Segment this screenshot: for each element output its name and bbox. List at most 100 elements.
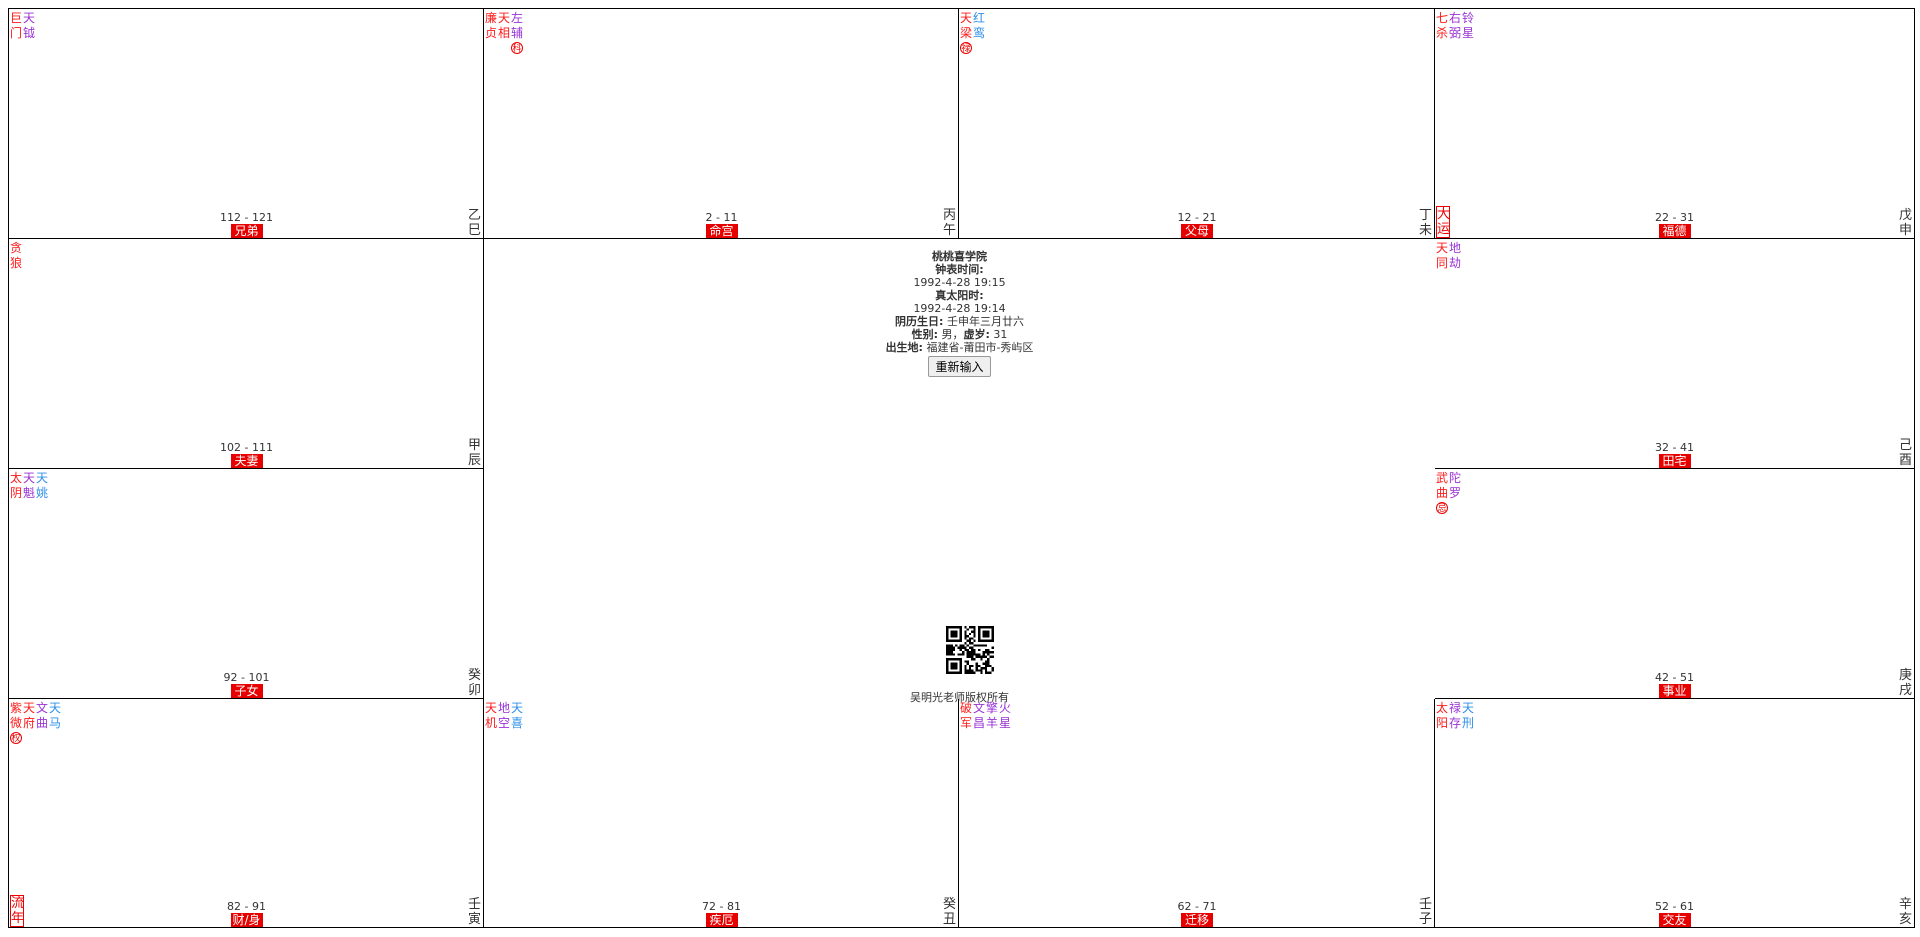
period-marker-char: 运 bbox=[1437, 222, 1451, 237]
qr-module bbox=[950, 651, 953, 654]
star-char: 钺 bbox=[23, 26, 36, 40]
qr-module bbox=[987, 671, 990, 674]
palace-stem-branch: 己酉 bbox=[1899, 438, 1913, 468]
qr-module bbox=[980, 655, 983, 658]
qr-module bbox=[959, 646, 962, 649]
star-name: 陀罗 bbox=[1449, 471, 1462, 514]
star-name: 天钺 bbox=[23, 11, 36, 41]
qr-module bbox=[971, 637, 974, 640]
qr-module bbox=[950, 648, 953, 652]
gender-age-row: 性别: 男，虚岁: 31 bbox=[911, 328, 1008, 341]
age-range: 82 - 91 bbox=[227, 900, 266, 913]
stem-branch-char: 癸 bbox=[468, 668, 482, 683]
palace-name[interactable]: 兄弟 bbox=[230, 224, 263, 238]
star-char: 破 bbox=[960, 701, 973, 715]
qr-module bbox=[971, 669, 974, 672]
star-name: 巨门 bbox=[10, 11, 23, 41]
star-list: 天机地空天喜 bbox=[485, 701, 524, 731]
stem-branch-char: 戊 bbox=[1899, 208, 1913, 223]
star-char: 马 bbox=[49, 716, 62, 730]
qr-module bbox=[964, 671, 967, 674]
birthplace-label: 出生地: bbox=[885, 341, 923, 354]
star-char: 微 bbox=[10, 716, 23, 730]
star-name: 天同 bbox=[1436, 241, 1449, 271]
palace-name[interactable]: 财/身 bbox=[230, 913, 263, 927]
qr-module bbox=[959, 644, 962, 647]
qr-module bbox=[968, 653, 972, 656]
star-char: 天 bbox=[23, 11, 36, 25]
star-char: 天 bbox=[49, 701, 62, 715]
star-list: 天梁禄红鸾 bbox=[960, 11, 986, 54]
star-char: 姚 bbox=[36, 486, 49, 500]
star-char: 机 bbox=[485, 716, 498, 730]
qr-finder-module bbox=[950, 630, 958, 638]
qr-module bbox=[973, 635, 976, 638]
palace-name[interactable]: 事业 bbox=[1658, 684, 1691, 698]
stem-branch-char: 辛 bbox=[1899, 897, 1913, 912]
palace-stem-branch: 戊申 bbox=[1899, 208, 1913, 238]
reenter-button[interactable]: 重新输入 bbox=[928, 356, 991, 377]
qr-module bbox=[966, 669, 969, 672]
star-char: 星 bbox=[999, 716, 1012, 730]
qr-module bbox=[980, 667, 983, 670]
qr-module bbox=[978, 664, 981, 668]
stem-branch-char: 巳 bbox=[468, 223, 482, 238]
star-char: 火 bbox=[999, 701, 1012, 715]
palace-stem-branch: 庚戌 bbox=[1899, 668, 1913, 698]
qr-module bbox=[975, 644, 978, 647]
qr-module bbox=[968, 637, 972, 640]
qr-module bbox=[966, 639, 969, 642]
palace-name[interactable]: 田宅 bbox=[1658, 454, 1691, 468]
qr-module bbox=[959, 653, 962, 656]
stem-branch-char: 甲 bbox=[468, 438, 482, 453]
star-list: 廉贞天相左辅科 bbox=[485, 11, 524, 54]
star-char: 地 bbox=[1449, 241, 1462, 255]
star-char: 擎 bbox=[986, 701, 999, 715]
star-char: 文 bbox=[973, 701, 986, 715]
palace-cell: 太阴天魁天姚 92 - 101 子女 癸卯 bbox=[9, 469, 484, 699]
qr-module bbox=[984, 664, 988, 668]
star-name: 天梁禄 bbox=[960, 11, 973, 54]
star-char: 天 bbox=[498, 11, 511, 25]
palace-name[interactable]: 福德 bbox=[1658, 224, 1691, 238]
qr-module bbox=[984, 644, 988, 647]
qr-module bbox=[987, 658, 990, 661]
period-marker: 流年 bbox=[10, 895, 24, 927]
age-range: 92 - 101 bbox=[223, 671, 270, 684]
qr-module bbox=[964, 637, 967, 640]
palace-stem-branch: 丁未 bbox=[1419, 208, 1433, 238]
qr-module bbox=[978, 655, 981, 658]
qr-module bbox=[946, 651, 949, 654]
age-label: 虚岁: bbox=[963, 328, 990, 341]
star-name: 天府 bbox=[23, 701, 36, 744]
palace-name[interactable]: 交友 bbox=[1658, 913, 1691, 927]
qr-module bbox=[962, 644, 965, 647]
star-char: 鸾 bbox=[973, 26, 986, 40]
stem-branch-char: 午 bbox=[943, 223, 957, 238]
qr-module bbox=[984, 655, 988, 658]
palace-name[interactable]: 命宫 bbox=[705, 224, 738, 238]
qr-module bbox=[973, 626, 976, 629]
palace-name[interactable]: 父母 bbox=[1181, 224, 1213, 238]
qr-module bbox=[968, 651, 972, 654]
qr-module bbox=[980, 669, 983, 672]
palace-cell: 武曲忌陀罗 42 - 51 事业庚戌 bbox=[1435, 469, 1914, 699]
palace-name[interactable]: 疾厄 bbox=[705, 913, 738, 927]
qr-module bbox=[968, 632, 972, 636]
palace-name[interactable]: 夫妻 bbox=[230, 454, 263, 468]
qr-module bbox=[971, 651, 974, 654]
stem-branch-char: 未 bbox=[1419, 223, 1433, 238]
palace-cell: 贪狼 102 - 111 夫妻 甲辰 bbox=[9, 239, 484, 469]
star-name: 擎羊 bbox=[986, 701, 999, 731]
palace-name[interactable]: 迁移 bbox=[1181, 913, 1213, 927]
stem-branch-char: 乙 bbox=[468, 208, 482, 223]
palace-stem-branch: 乙巳 bbox=[468, 208, 482, 238]
chart-center-info: 桃桃喜学院 钟表时间: 1992-4-28 19:15 真太阳时: 1992-4… bbox=[484, 239, 1435, 704]
star-name: 火星 bbox=[999, 701, 1012, 731]
stem-branch-char: 己 bbox=[1899, 438, 1913, 453]
lunar-birthday-value: 壬申年三月廿六 bbox=[946, 315, 1024, 328]
qr-module bbox=[991, 651, 994, 654]
qr-module bbox=[984, 671, 988, 674]
palace-name[interactable]: 子女 bbox=[230, 684, 263, 698]
stem-branch-char: 壬 bbox=[1419, 897, 1433, 912]
